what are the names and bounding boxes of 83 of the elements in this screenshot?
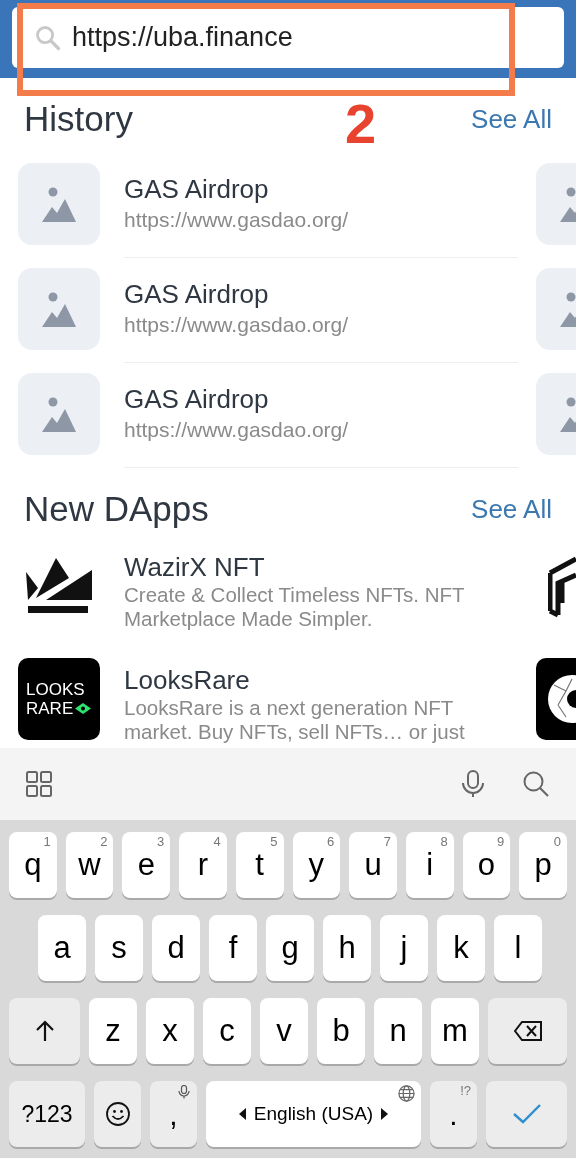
section-title: History xyxy=(24,97,133,140)
key[interactable]: b xyxy=(317,998,365,1064)
item-subtitle: LooksRare is a next generation NFT market. Buy NFTs, sell NFTs… or just xyxy=(124,696,466,744)
key-hint: 8 xyxy=(440,834,448,850)
key-hint: 6 xyxy=(327,834,335,850)
microphone-icon xyxy=(178,1085,190,1099)
thumbnail[interactable] xyxy=(18,163,100,245)
smiley-icon xyxy=(105,1102,130,1126)
item-subtitle: https://www.gasdao.org/ xyxy=(124,312,350,338)
crown-logo xyxy=(26,558,92,614)
eye-icon xyxy=(75,703,92,714)
arrow-up-icon xyxy=(34,1020,55,1042)
item-subtitle: Create & Collect Timeless NFTs. NFT Marketplace Made Simpler. xyxy=(124,583,466,631)
left-arrow-icon xyxy=(238,1108,246,1120)
image-placeholder-icon xyxy=(42,186,76,222)
key[interactable]: k xyxy=(437,915,485,981)
image-placeholder-icon xyxy=(42,291,76,327)
key[interactable]: d xyxy=(152,915,200,981)
key[interactable]: r 4 xyxy=(179,832,227,898)
key[interactable]: f xyxy=(209,915,257,981)
key[interactable]: g xyxy=(266,915,314,981)
key[interactable]: m xyxy=(431,998,479,1064)
item-title[interactable]: GAS Airdrop xyxy=(124,278,518,310)
search-field[interactable]: https://uba.finance xyxy=(12,7,564,68)
key-hint: 4 xyxy=(213,834,221,850)
period-key[interactable]: . !? xyxy=(430,1081,477,1147)
key[interactable]: s xyxy=(95,915,143,981)
key-hint: 2 xyxy=(100,834,108,850)
key[interactable]: n xyxy=(374,998,422,1064)
logo-text: RARE xyxy=(26,699,74,718)
key[interactable]: c xyxy=(203,998,251,1064)
right-arrow-icon xyxy=(381,1108,389,1120)
see-all-link[interactable]: See All xyxy=(471,99,552,139)
key[interactable]: e 3 xyxy=(122,832,171,898)
key[interactable]: t 5 xyxy=(235,832,284,898)
search-icon xyxy=(34,23,62,52)
key-hint: !? xyxy=(460,1083,471,1099)
key[interactable]: z xyxy=(89,998,137,1064)
key[interactable]: p 0 xyxy=(519,832,568,898)
backspace-icon xyxy=(513,1021,542,1041)
microphone-icon[interactable] xyxy=(460,770,486,798)
search-value: https://uba.finance xyxy=(72,21,293,55)
key[interactable]: v xyxy=(260,998,308,1064)
key[interactable]: i 8 xyxy=(405,832,454,898)
logo-text: LOOKS xyxy=(26,680,85,699)
key[interactable]: l xyxy=(494,915,542,981)
key[interactable]: q 1 xyxy=(9,832,57,898)
key[interactable]: u 7 xyxy=(349,832,397,898)
thumbnail[interactable] xyxy=(18,268,100,350)
symbols-key[interactable]: ?123 xyxy=(9,1081,85,1147)
annotation-number: 2 xyxy=(345,96,377,152)
key[interactable]: j xyxy=(380,915,428,981)
search-icon[interactable] xyxy=(522,770,550,798)
key-hint: 7 xyxy=(383,834,391,850)
item-title[interactable]: GAS Airdrop xyxy=(124,173,518,205)
key[interactable]: h xyxy=(323,915,371,981)
key[interactable]: a xyxy=(38,915,86,981)
key-hint: 1 xyxy=(43,834,51,850)
section-title: New DApps xyxy=(24,487,209,530)
comma-key[interactable]: , xyxy=(150,1081,197,1147)
key[interactable]: o 9 xyxy=(462,832,511,898)
key-hint: 3 xyxy=(156,834,165,850)
grid-icon[interactable] xyxy=(26,771,52,797)
backspace-key[interactable] xyxy=(488,998,567,1064)
checkmark-icon xyxy=(512,1104,541,1124)
item-subtitle: https://www.gasdao.org/ xyxy=(124,417,350,443)
key[interactable]: w 2 xyxy=(65,832,114,898)
key-hint: 5 xyxy=(270,834,278,850)
item-title[interactable]: LooksRare xyxy=(124,664,518,696)
see-all-link[interactable]: See All xyxy=(471,489,552,529)
emoji-key[interactable] xyxy=(94,1081,141,1147)
item-title[interactable]: WazirX NFT xyxy=(124,551,518,583)
key[interactable]: x xyxy=(146,998,194,1064)
item-subtitle: https://www.gasdao.org/ xyxy=(124,207,350,233)
item-title[interactable]: GAS Airdrop xyxy=(124,383,518,415)
key[interactable]: y 6 xyxy=(292,832,341,898)
shift-key[interactable] xyxy=(9,998,80,1064)
image-placeholder-icon xyxy=(42,396,76,432)
key-hint: 9 xyxy=(497,834,505,850)
space-key[interactable]: English (USA) xyxy=(206,1081,421,1147)
key-hint: 0 xyxy=(553,834,562,850)
thumbnail[interactable] xyxy=(18,373,100,455)
globe-icon xyxy=(398,1085,415,1102)
